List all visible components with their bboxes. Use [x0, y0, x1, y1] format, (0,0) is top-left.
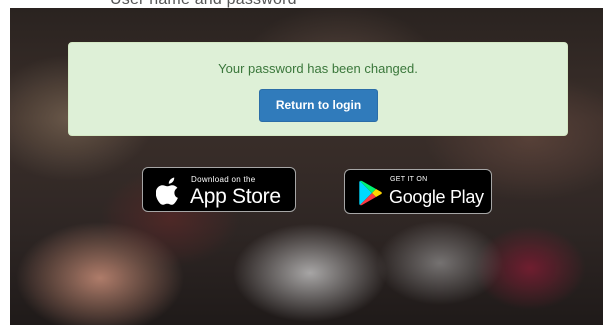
success-message: Your password has been changed.: [218, 61, 418, 76]
google-play-icon: [359, 180, 382, 206]
app-store-badge[interactable]: Download on the App Store: [142, 167, 296, 212]
success-alert: Your password has been changed. Return t…: [68, 42, 568, 136]
apple-icon: [156, 177, 178, 205]
return-to-login-button[interactable]: Return to login: [259, 89, 378, 122]
app-store-big-text: App Store: [190, 185, 281, 208]
app-store-small-text: Download on the: [191, 175, 256, 184]
google-play-small-text: GET IT ON: [390, 176, 428, 183]
google-play-big-text: Google Play: [389, 187, 484, 207]
background-photo: Your password has been changed. Return t…: [10, 8, 603, 325]
google-play-badge[interactable]: GET IT ON Google Play: [344, 169, 492, 214]
cut-off-heading: User name and password: [110, 0, 297, 8]
top-strip: User name and password: [0, 0, 612, 8]
